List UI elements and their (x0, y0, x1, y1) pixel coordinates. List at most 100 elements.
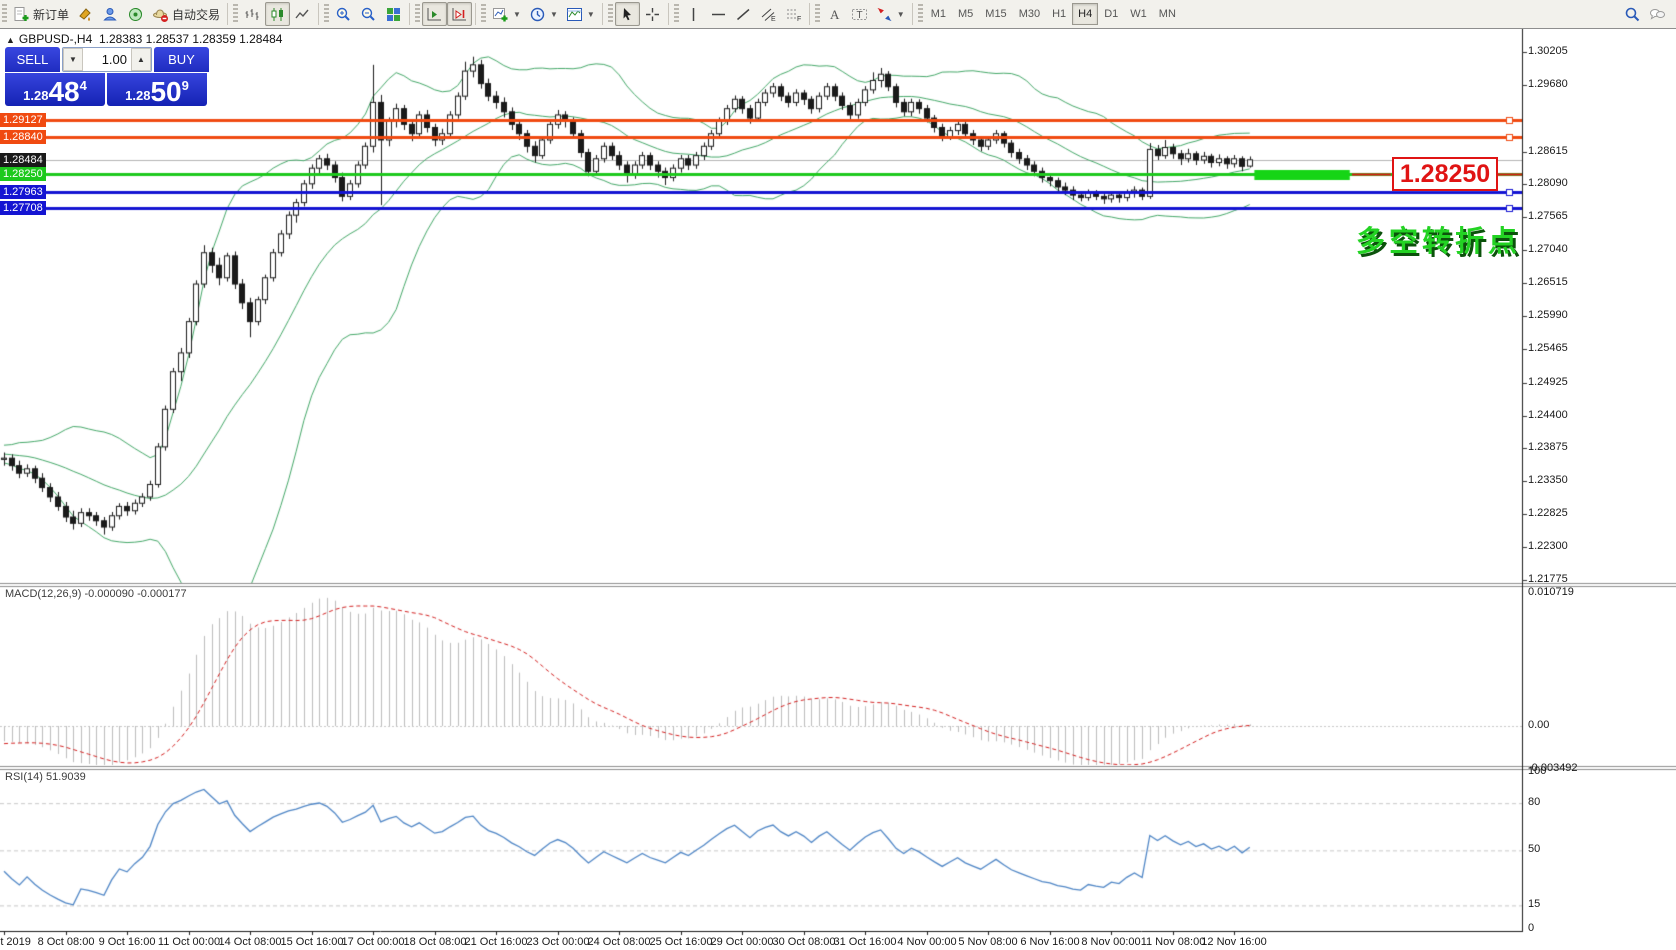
timeframe-m1-button[interactable]: M1 (925, 3, 952, 25)
buy-price[interactable]: 1.28 50 9 (107, 73, 207, 106)
autotrade-label: 自动交易 (172, 7, 221, 22)
new-order-icon (13, 6, 30, 23)
toolbar-text-button[interactable]: A (822, 2, 847, 26)
toolbar-trendline-button[interactable] (731, 2, 756, 26)
time-axis-label: 11 Nov 08:00 (1140, 936, 1206, 948)
sell-price[interactable]: 1.28 48 4 (5, 73, 105, 106)
toolbar-separator (667, 3, 669, 25)
toolbar-cursor-button[interactable] (614, 2, 640, 26)
rsi-axis-label: 80 (1528, 796, 1541, 808)
toolbar-separator (911, 3, 913, 25)
sell-price-prefix: 1.28 (23, 88, 49, 103)
sell-button[interactable]: SELL (5, 47, 60, 72)
toolbar-grip (481, 4, 487, 24)
toolbar-template-chart-button[interactable]: ▼ (562, 2, 599, 26)
new-order-label: 新订单 (33, 7, 70, 22)
one-click-trading-panel: SELL ▼ ▲ BUY 1.28484 1.28509 (5, 47, 209, 106)
timeframe-m5-button[interactable]: M5 (952, 3, 979, 25)
collapse-trade-panel-icon[interactable]: ▲ (6, 35, 15, 45)
toolbar-chart-shift-button[interactable] (447, 2, 473, 26)
time-axis-label: 8 Oct 08:00 (37, 936, 95, 948)
toolbar-crosshair-button[interactable] (640, 2, 665, 26)
timeframe-d1-button[interactable]: D1 (1098, 3, 1124, 25)
toolbar-equidistant-channel-button[interactable]: E (756, 2, 781, 26)
toolbar-line-chart-button[interactable] (290, 2, 315, 26)
price-callout-box[interactable]: 1.28250 (1392, 157, 1498, 191)
crosshair-icon (644, 6, 661, 23)
buy-button[interactable]: BUY (154, 47, 209, 72)
toolbar-search-button[interactable] (1620, 2, 1645, 26)
time-axis-label: 9 Oct 16:00 (98, 936, 156, 948)
toolbar-fibonacci-button[interactable]: F (781, 2, 806, 26)
signals-icon (127, 6, 144, 23)
add-indicator-dropdown-icon[interactable]: ▼ (513, 10, 521, 19)
toolbar-auto-scroll-button[interactable] (422, 2, 448, 26)
template-chart-dropdown-icon[interactable]: ▼ (587, 10, 595, 19)
toolbar-arrows-tool-button[interactable]: ▼ (872, 2, 909, 26)
svg-text:A: A (830, 7, 840, 22)
fibonacci-icon: F (785, 6, 802, 23)
chart-shift-icon (451, 6, 468, 23)
volume-decrease-button[interactable]: ▼ (63, 48, 83, 71)
rsi-axis-label: 0 (1528, 922, 1535, 934)
toolbar-styler-button[interactable] (73, 2, 98, 26)
toolbar-candles-chart-button[interactable] (265, 2, 291, 26)
toolbar-separator (475, 3, 477, 25)
toolbar-horizontal-line-button[interactable] (706, 2, 731, 26)
toolbar-new-order-button[interactable]: 新订单 (9, 2, 73, 26)
timeframe-mn-button[interactable]: MN (1153, 3, 1182, 25)
vertical-line-icon (685, 6, 702, 23)
toolbar-add-indicator-button[interactable]: ▼ (488, 2, 525, 26)
toolbar-support-button[interactable] (98, 2, 123, 26)
price-axis-tick: 1.30205 (1528, 45, 1568, 57)
toolbar-autotrade-button[interactable]: 自动交易 (148, 2, 224, 26)
price-axis-tick: 1.24925 (1528, 376, 1568, 388)
timeframe-m15-button[interactable]: M15 (979, 3, 1012, 25)
cn-annotation-text[interactable]: 多空转折点 (1356, 218, 1521, 260)
toolbar-periods-clock-button[interactable]: ▼ (525, 2, 562, 26)
volume-input[interactable] (83, 48, 131, 71)
volume-increase-button[interactable]: ▲ (131, 48, 151, 71)
time-axis-label: 4 Nov 00:00 (897, 936, 957, 948)
svg-text:E: E (771, 16, 776, 23)
price-axis-tick: 1.23350 (1528, 474, 1568, 486)
toolbar-chat-button[interactable] (1645, 2, 1670, 26)
timeframe-h4-button[interactable]: H4 (1072, 3, 1099, 25)
chart-canvas[interactable] (0, 0, 1676, 950)
time-axis-label: 8 Nov 00:00 (1081, 936, 1141, 948)
toolbar-tile-windows-button[interactable] (381, 2, 406, 26)
toolbar-signals-button[interactable] (123, 2, 148, 26)
time-axis-label: 6 Nov 16:00 (1020, 936, 1080, 948)
line-chart-icon (294, 6, 311, 23)
toolbar-zoom-in-button[interactable] (331, 2, 356, 26)
zoom-in-icon (335, 6, 352, 23)
price-level-tag: 1.29127 (0, 113, 46, 127)
time-axis-label: 25 Oct 16:00 (649, 936, 713, 948)
tile-windows-icon (385, 6, 402, 23)
time-axis-label: 29 Oct 00:00 (710, 936, 774, 948)
rsi-axis-label: 100 (1528, 765, 1547, 777)
template-chart-icon (566, 6, 583, 23)
buy-price-prefix: 1.28 (125, 88, 151, 103)
toolbar-text-label-button[interactable]: T (847, 2, 872, 26)
text-label-icon: T (851, 6, 868, 23)
time-axis-label: 21 Oct 16:00 (464, 936, 528, 948)
price-axis-tick: 1.29680 (1528, 78, 1568, 90)
timeframe-m30-button[interactable]: M30 (1013, 3, 1046, 25)
timeframe-h1-button[interactable]: H1 (1046, 3, 1072, 25)
periods-clock-dropdown-icon[interactable]: ▼ (550, 10, 558, 19)
svg-text:F: F (797, 16, 801, 23)
sell-price-pip: 4 (79, 78, 87, 93)
macd-axis-label: 0.00 (1528, 719, 1550, 731)
timeframe-w1-button[interactable]: W1 (1124, 3, 1153, 25)
time-axis-label: 18 Oct 08:00 (403, 936, 467, 948)
sell-price-big: 48 (48, 76, 80, 107)
toolbar-vertical-line-button[interactable] (681, 2, 706, 26)
price-level-tag: 1.28250 (0, 167, 46, 181)
price-axis-tick: 1.27040 (1528, 243, 1568, 255)
price-axis-tick: 1.27565 (1528, 210, 1568, 222)
arrows-tool-dropdown-icon[interactable]: ▼ (897, 10, 905, 19)
toolbar-bars-chart-button[interactable] (240, 2, 265, 26)
price-axis-tick: 1.26515 (1528, 276, 1568, 288)
toolbar-zoom-out-button[interactable] (356, 2, 381, 26)
